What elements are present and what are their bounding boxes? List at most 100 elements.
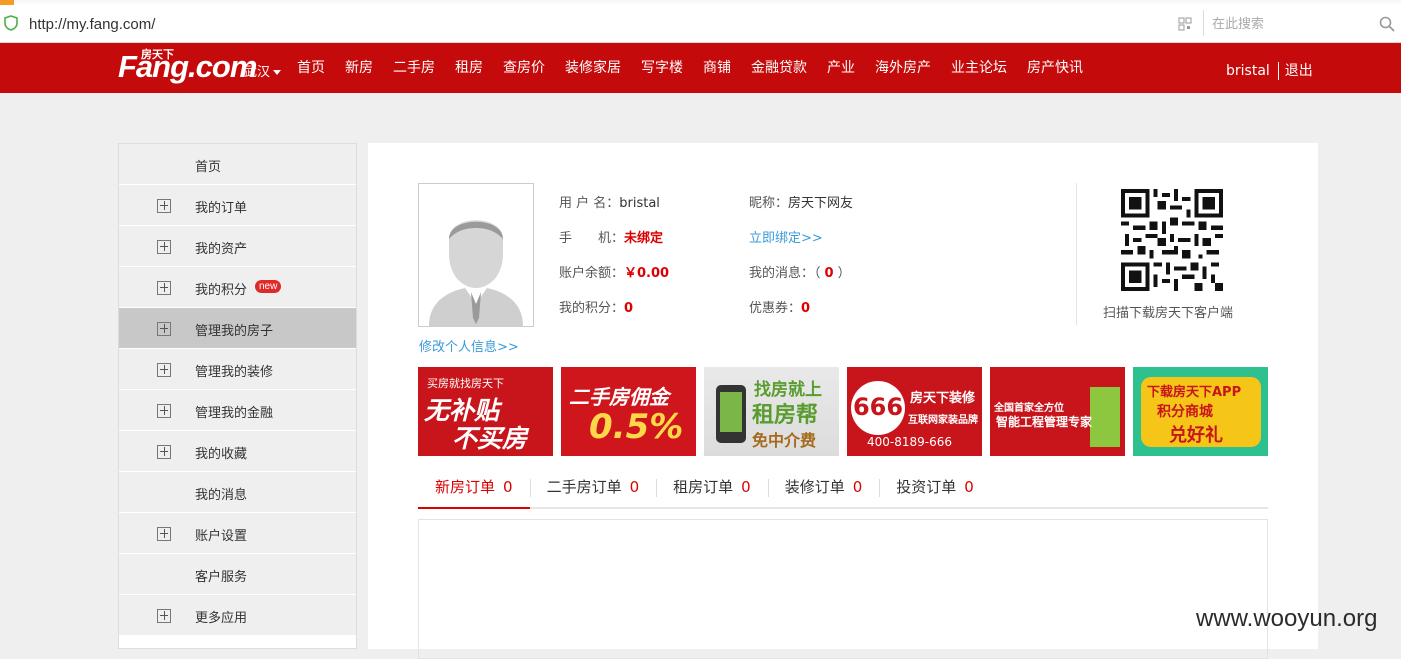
nav-link[interactable]: 商铺 (693, 43, 741, 93)
search-divider (1203, 10, 1204, 36)
tab-label: 租房订单 (673, 478, 734, 496)
browser-search-input[interactable] (1210, 12, 1370, 36)
username-value: bristal (619, 196, 660, 211)
sidebar-item-favorites[interactable]: 我的收藏 (119, 431, 356, 472)
sidebar-item-orders[interactable]: 我的订单 (119, 185, 356, 226)
expand-icon[interactable] (157, 199, 171, 213)
balance-value: ￥0.00 (624, 266, 670, 281)
sidebar-item-points[interactable]: 我的积分 new (119, 267, 356, 308)
logout-link[interactable]: 退出 (1285, 63, 1313, 79)
nav-link[interactable]: 写字楼 (631, 43, 693, 93)
phone-row: 手 机：未绑定 (559, 227, 663, 246)
browser-address-bar: http://my.fang.com/ (0, 0, 1401, 43)
expand-icon[interactable] (157, 281, 171, 295)
expand-icon[interactable] (157, 363, 171, 377)
nav-link[interactable]: 海外房产 (865, 43, 941, 93)
avatar[interactable] (418, 183, 534, 327)
banner-app-download[interactable]: 下载房天下APP 积分商城 兑好礼 (1133, 367, 1268, 456)
expand-icon[interactable] (157, 527, 171, 541)
qr-code-icon[interactable] (1178, 17, 1192, 31)
sidebar-item-account-settings[interactable]: 账户设置 (119, 513, 356, 554)
search-icon[interactable] (1379, 16, 1395, 32)
nav-link[interactable]: 产业 (817, 43, 865, 93)
nav-link[interactable]: 二手房 (383, 43, 445, 93)
sidebar-item-manage-finance[interactable]: 管理我的金融 (119, 390, 356, 431)
banner-text: 不买房 (452, 424, 528, 453)
sidebar-item-more-apps[interactable]: 更多应用 (119, 595, 356, 636)
active-tab-indicator[interactable] (0, 0, 14, 5)
expand-icon[interactable] (157, 322, 171, 336)
nickname-row: 昵称：房天下网友 (749, 192, 853, 211)
tab-label: 新房订单 (435, 478, 496, 496)
expand-icon[interactable] (157, 240, 171, 254)
sidebar-item-manage-house[interactable]: 管理我的房子 (119, 308, 356, 349)
sidebar-item-label: 我的资产 (195, 242, 248, 257)
sidebar: 首页 我的订单 我的资产 我的积分 new 管理我的房子 管理我的装修 管理我的金… (118, 143, 357, 649)
tab-strip (0, 0, 1401, 5)
nickname-value: 房天下网友 (788, 196, 854, 211)
user-area: bristal 退出 (1226, 60, 1313, 80)
expand-icon[interactable] (157, 404, 171, 418)
url-field[interactable]: http://my.fang.com/ (29, 16, 155, 33)
banner-text: 二手房佣金 (569, 385, 669, 409)
nav-link[interactable]: 查房价 (493, 43, 555, 93)
sidebar-item-manage-decoration[interactable]: 管理我的装修 (119, 349, 356, 390)
nav-link[interactable]: 首页 (287, 43, 335, 93)
sidebar-item-label: 我的收藏 (195, 447, 248, 462)
tab-count: 0 (503, 478, 513, 496)
sidebar-item-label: 我的订单 (195, 201, 248, 216)
tab-second-hand-orders[interactable]: 二手房订单 0 (529, 475, 657, 509)
nav-link[interactable]: 业主论坛 (941, 43, 1017, 93)
banner-text: 免中介费 (752, 431, 817, 450)
sidebar-item-label: 管理我的金融 (195, 406, 274, 421)
sidebar-item-label: 账户设置 (195, 529, 248, 544)
banner-text: 下载房天下APP (1147, 385, 1242, 400)
messages-row[interactable]: 我的消息：（ 0） (749, 262, 851, 281)
username-link[interactable]: bristal (1226, 63, 1270, 79)
tab-new-house-orders[interactable]: 新房订单 0 (418, 475, 530, 509)
balance-label: 账户余额： (559, 266, 625, 281)
nav-link[interactable]: 租房 (445, 43, 493, 93)
promo-banners: 买房就找房天下 无补贴 不买房 二手房佣金 0.5% 找房就上 租房帮 免中介费… (418, 367, 1268, 456)
city-selector[interactable]: 武汉 (244, 61, 282, 80)
nav-link[interactable]: 装修家居 (555, 43, 631, 93)
divider (1277, 62, 1279, 80)
sidebar-item-label: 管理我的房子 (195, 324, 274, 339)
banner-text: 0.5% (589, 407, 684, 447)
coupon-row: 优惠券：0 (749, 297, 810, 316)
tab-count: 0 (629, 478, 640, 496)
banner-text: 兑好礼 (1169, 425, 1223, 446)
sidebar-item-customer-service[interactable]: 客户服务 (119, 554, 356, 595)
logo-text: Fang.com (118, 49, 257, 84)
banner-text: 买房就找房天下 (427, 377, 504, 390)
tab-investment-orders[interactable]: 投资订单 0 (879, 475, 991, 509)
new-badge: new (255, 280, 282, 293)
chevron-down-icon (273, 70, 282, 75)
tab-count: 0 (852, 478, 863, 496)
banner-engineering[interactable]: 全国首家全方位 智能工程管理专家 (990, 367, 1125, 456)
sidebar-item-label: 客户服务 (195, 570, 248, 585)
edit-profile-link[interactable]: 修改个人信息>> (419, 336, 519, 355)
tab-label: 二手房订单 (546, 478, 622, 496)
nav-link[interactable]: 房产快讯 (1017, 43, 1093, 93)
banner-text: 666 (851, 381, 905, 435)
expand-icon[interactable] (157, 445, 171, 459)
banner-decoration[interactable]: 666 房天下装修 互联网家装品牌 400-8189-666 (847, 367, 982, 456)
sidebar-item-assets[interactable]: 我的资产 (119, 226, 356, 267)
tab-rental-orders[interactable]: 租房订单 0 (656, 475, 768, 509)
tab-decoration-orders[interactable]: 装修订单 0 (767, 475, 880, 509)
banner-no-subsidy[interactable]: 买房就找房天下 无补贴 不买房 (418, 367, 553, 456)
banner-rent-helper[interactable]: 找房就上 租房帮 免中介费 (704, 367, 839, 456)
bind-phone-link[interactable]: 立即绑定>> (749, 231, 823, 246)
default-avatar-icon (429, 220, 523, 326)
banner-commission[interactable]: 二手房佣金 0.5% (561, 367, 696, 456)
tab-count: 0 (741, 478, 751, 496)
messages-value: 0 (824, 266, 834, 281)
messages-label: 我的消息：（ (749, 266, 821, 281)
sidebar-item-messages[interactable]: 我的消息 (119, 472, 356, 513)
sidebar-item-home[interactable]: 首页 (119, 144, 356, 185)
nav-link[interactable]: 金融贷款 (741, 43, 817, 93)
nav-link[interactable]: 新房 (335, 43, 383, 93)
banner-text: 全国首家全方位 (994, 403, 1064, 414)
expand-icon[interactable] (157, 609, 171, 623)
